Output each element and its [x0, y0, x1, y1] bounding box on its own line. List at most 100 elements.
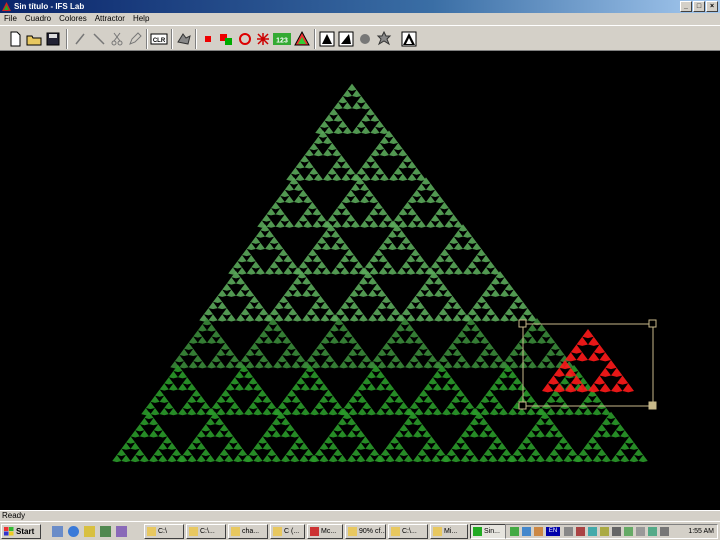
clock[interactable]: 1:55 AM: [688, 525, 714, 538]
settings-button[interactable]: [175, 30, 193, 48]
numbers-button[interactable]: 123: [273, 30, 291, 48]
selection-handle-bottom-right[interactable]: [648, 401, 657, 410]
desktop-icon[interactable]: [52, 526, 63, 537]
taskbar-task-button[interactable]: Mc...: [307, 524, 343, 539]
cut-button[interactable]: [108, 30, 126, 48]
tray-app-icon[interactable]: [534, 527, 543, 536]
scissors-icon: [111, 32, 123, 46]
tray-antivirus-icon[interactable]: [648, 527, 657, 536]
render-button[interactable]: [318, 30, 336, 48]
maximize-button[interactable]: □: [693, 1, 705, 12]
settings-icon: [177, 33, 191, 45]
task-label: Mc...: [321, 528, 337, 535]
task-window-icon: [310, 527, 319, 536]
save-button[interactable]: [44, 30, 62, 48]
selection-handle-top-right[interactable]: [648, 319, 657, 328]
task-window-icon: [473, 527, 482, 536]
pencil-icon: [129, 32, 142, 45]
tray-printer-icon[interactable]: [612, 527, 621, 536]
taskbar-task-button[interactable]: C:\...: [388, 524, 428, 539]
menu-bar: File Cuadro Colores Attractor Help: [0, 13, 720, 25]
minimize-icon: _: [684, 3, 688, 10]
start-label: Start: [16, 527, 35, 536]
menu-attractor[interactable]: Attractor: [91, 13, 129, 25]
launch-icon[interactable]: [116, 526, 127, 537]
task-window-icon: [391, 527, 400, 536]
outlook-icon[interactable]: [84, 526, 95, 537]
diagonal-tool-button[interactable]: [90, 30, 108, 48]
tray-msn-icon[interactable]: [624, 527, 633, 536]
system-tray: EN 1:55 AM: [505, 524, 718, 539]
bug-icon: [257, 33, 269, 45]
task-window-icon: [189, 527, 198, 536]
render-alt-button[interactable]: [337, 30, 355, 48]
taskbar-task-button[interactable]: C:\: [144, 524, 184, 539]
task-window-icon: [231, 527, 240, 536]
color-squares-icon: [220, 34, 232, 45]
pencil-button[interactable]: [126, 30, 144, 48]
selection-handle-bottom-left[interactable]: [518, 401, 527, 410]
taskbar: Start C:\ C:\... cha... C (... Mc... 90% cf..…: [0, 521, 720, 540]
taskbar-task-button[interactable]: 90% cf...: [345, 524, 386, 539]
line-tool-button[interactable]: [72, 30, 90, 48]
sierpinski-pyramid: [112, 83, 648, 463]
taskbar-task-button[interactable]: cha...: [228, 524, 268, 539]
fractal-drawing: [112, 83, 657, 463]
sphere-button[interactable]: [356, 30, 374, 48]
palette-button[interactable]: [293, 30, 311, 48]
task-label: Mi...: [444, 528, 458, 535]
clear-button[interactable]: CLR: [150, 30, 168, 48]
task-label: C:\...: [402, 528, 417, 535]
task-label: C:\: [158, 528, 167, 535]
red-square-icon: [205, 36, 211, 42]
new-file-icon: [10, 31, 21, 47]
menu-file[interactable]: File: [0, 13, 21, 25]
gear-icon: [376, 30, 392, 46]
menu-cuadro[interactable]: Cuadro: [21, 13, 55, 25]
close-button[interactable]: ×: [706, 1, 718, 12]
task-window-icon: [433, 527, 442, 536]
tray-language-indicator[interactable]: EN: [546, 527, 560, 536]
gear-button[interactable]: [375, 30, 393, 48]
menu-colores[interactable]: Colores: [55, 13, 91, 25]
task-window-icon: [147, 527, 156, 536]
start-button[interactable]: Start: [1, 524, 41, 539]
tray-volume-icon[interactable]: [522, 527, 531, 536]
attractor-icon: [401, 31, 417, 47]
tray-monitor-icon[interactable]: [636, 527, 645, 536]
window-title: Sin título - IFS Lab: [14, 2, 85, 11]
bug-button[interactable]: [254, 30, 272, 48]
fractal-canvas[interactable]: [0, 51, 720, 510]
taskbar-task-button[interactable]: C (...: [270, 524, 305, 539]
menu-help[interactable]: Help: [129, 13, 153, 25]
open-button[interactable]: [25, 30, 43, 48]
media-icon[interactable]: [100, 526, 111, 537]
title-bar[interactable]: Sin título - IFS Lab _ □ ×: [0, 0, 720, 13]
svg-text:123: 123: [276, 38, 288, 45]
tray-security-icon[interactable]: [576, 527, 585, 536]
clear-icon: CLR: [150, 33, 168, 45]
color-squares-button[interactable]: [217, 30, 235, 48]
red-square-button[interactable]: [199, 30, 217, 48]
ie-icon[interactable]: [68, 526, 79, 537]
new-file-button[interactable]: [6, 30, 24, 48]
tray-keyboard-icon[interactable]: [564, 527, 573, 536]
task-label: cha...: [242, 528, 260, 535]
tray-update-icon[interactable]: [600, 527, 609, 536]
rotate-button[interactable]: [236, 30, 254, 48]
minimize-button[interactable]: _: [680, 1, 692, 12]
attractor-button[interactable]: [400, 30, 418, 48]
open-folder-icon: [26, 35, 42, 46]
taskbar-task-button[interactable]: Mi...: [430, 524, 468, 539]
status-bar: Ready: [0, 510, 720, 521]
taskbar-task-button[interactable]: C:\...: [186, 524, 226, 539]
close-icon: ×: [709, 3, 715, 10]
tray-sync-icon[interactable]: [588, 527, 597, 536]
task-label: Sin...: [484, 528, 500, 535]
tray-network-icon[interactable]: [510, 527, 519, 536]
render-icon: [319, 31, 335, 47]
selection-handle-top-left[interactable]: [518, 319, 527, 328]
sphere-icon: [360, 34, 370, 44]
taskbar-task-button[interactable]: Sin...: [470, 524, 506, 539]
tray-misc-icon[interactable]: [660, 527, 669, 536]
